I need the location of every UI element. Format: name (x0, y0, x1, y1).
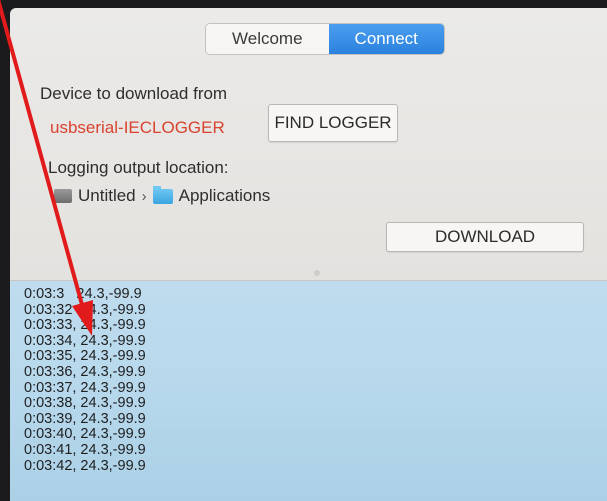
log-line: 0:03:38, 24.3,-99.9 (24, 395, 146, 412)
device-name: usbserial-IECLOGGER (50, 118, 225, 137)
photo-frame: Welcome Connect Device to download from … (0, 0, 607, 501)
log-line: 0:03:39, 24.3,-99.9 (24, 410, 146, 427)
path-item-untitled: Untitled (78, 186, 136, 205)
segmented-tabs: Welcome Connect (206, 24, 444, 54)
log-output[interactable]: 0:03:3 24.3,-99.9 0:03:32 24.3,-99.9 0:03:… (10, 280, 607, 501)
tab-welcome[interactable]: Welcome (206, 24, 329, 54)
log-line: 0:03:3 24.3,-99.9 (24, 286, 142, 302)
log-line: 0:03:35, 24.3,-99.9 (24, 348, 146, 365)
app-window: Welcome Connect Device to download from … (10, 8, 607, 501)
output-heading: Logging output location: (48, 158, 229, 177)
log-line: 0:03:34, 24.3,-99.9 (24, 332, 146, 349)
folder-icon (152, 185, 173, 204)
log-line: 0:03:36, 24.3,-99.9 (24, 363, 146, 380)
tab-connect[interactable]: Connect (328, 24, 444, 54)
device-heading: Device to download from (40, 84, 228, 103)
path-item-applications: Applications (178, 186, 271, 205)
log-line: 0:03:37, 24.3,-99.9 (24, 379, 146, 396)
log-line: 0:03:42, 24.3,-99.9 (24, 457, 146, 474)
log-list: 0:03:3 24.3,-99.9 0:03:32 24.3,-99.9 0:03:… (24, 286, 146, 474)
log-line: 0:03:32 24.3,-99.9 (24, 301, 146, 318)
split-view-handle[interactable] (314, 270, 320, 276)
log-line: 0:03:41, 24.3,-99.9 (24, 441, 146, 458)
drive-icon (54, 189, 72, 203)
download-button[interactable]: DOWNLOAD (386, 222, 584, 252)
log-line: 0:03:33, 24.3,-99.9 (24, 317, 146, 334)
output-path[interactable]: Untitled › Applications (54, 185, 271, 206)
log-line: 0:03:40, 24.3,-99.9 (24, 426, 146, 443)
chevron-right-icon: › (141, 187, 147, 205)
find-logger-button[interactable]: FIND LOGGER (268, 104, 398, 142)
